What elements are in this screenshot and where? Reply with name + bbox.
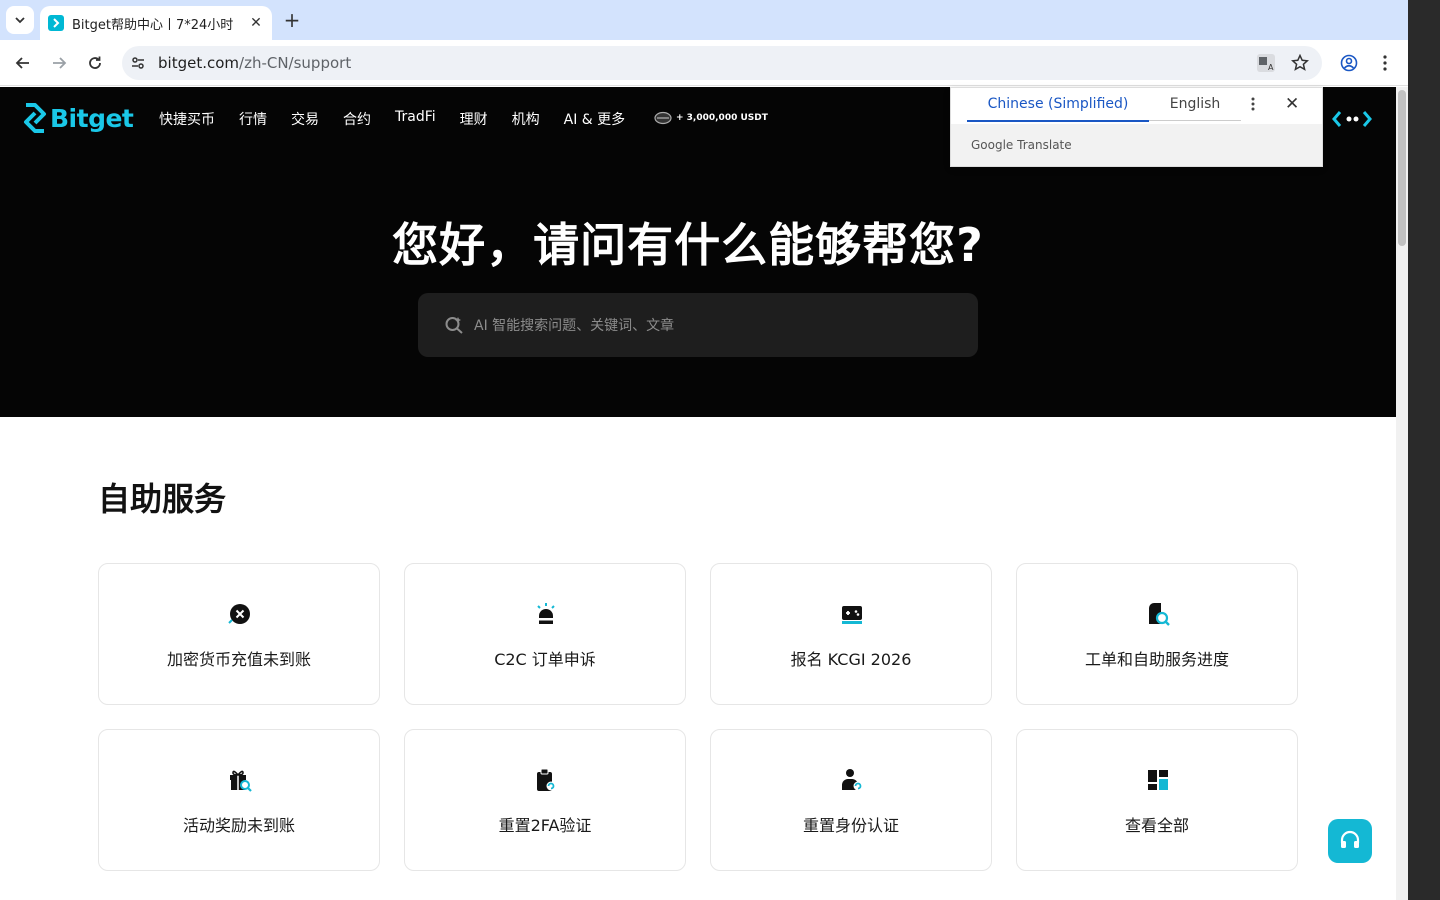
url-text: bitget.com/zh-CN/support (158, 54, 352, 72)
hero-title: 您好，请问有什么能够帮您? (392, 218, 984, 272)
hero-section: 您好，请问有什么能够帮您? AI 智能搜索问题、关键词、文章 (0, 151, 1396, 417)
translate-tab-english[interactable]: English (1149, 96, 1241, 121)
card-c2c-appeal[interactable]: C2C 订单申诉 (404, 563, 686, 705)
svg-text:A: A (1268, 63, 1274, 72)
bookmark-star-icon[interactable] (1288, 51, 1312, 75)
card-view-all[interactable]: 查看全部 (1016, 729, 1298, 871)
promo-badge-icon (654, 111, 672, 125)
card-crypto-deposit[interactable]: 加密货币充值未到账 (98, 563, 380, 705)
headset-icon (1340, 830, 1360, 848)
siren-icon (534, 602, 558, 626)
main-nav: 快捷买币 行情 交易 合约 TradFi 理财 机构 AI & 更多 (159, 109, 625, 129)
user-reset-icon (840, 768, 864, 792)
profile-icon[interactable] (1337, 51, 1361, 75)
tab-close-icon[interactable]: ✕ (248, 15, 264, 31)
window-edge (1408, 0, 1440, 900)
forward-arrow-icon[interactable] (47, 51, 71, 75)
gamepad-icon (840, 602, 864, 626)
tab-strip: Bitget帮助中心丨7*24小时 ✕ + (0, 0, 1408, 40)
browser-menu-icon[interactable] (1373, 51, 1397, 75)
bitget-logo[interactable]: Bitget (22, 103, 134, 133)
reload-icon[interactable] (83, 51, 107, 75)
nav-item-quick-buy[interactable]: 快捷买币 (159, 109, 215, 129)
x-circle-icon (228, 602, 252, 626)
new-tab-button[interactable]: + (280, 8, 304, 32)
promo-banner[interactable]: + 3,000,000 USDT (654, 111, 768, 125)
card-ticket-progress[interactable]: 工单和自助服务进度 (1016, 563, 1298, 705)
ticket-search-icon (1146, 602, 1170, 626)
translate-tab-chinese[interactable]: Chinese (Simplified) (967, 96, 1149, 122)
nav-item-tradfi[interactable]: TradFi (395, 109, 436, 129)
card-reset-kyc[interactable]: 重置身份认证 (710, 729, 992, 871)
nav-item-ai-more[interactable]: AI & 更多 (564, 109, 626, 129)
tab-title: Bitget帮助中心丨7*24小时 (72, 17, 234, 33)
translate-page-icon[interactable]: A (1254, 51, 1278, 75)
ai-assistant-icon[interactable] (1332, 109, 1372, 133)
clipboard-reset-icon (534, 768, 558, 792)
browser-viewport: Bitget帮助中心丨7*24小时 ✕ + bitget.com/zh-CN/s… (0, 0, 1408, 900)
customer-support-button[interactable] (1328, 819, 1372, 863)
address-bar[interactable]: bitget.com/zh-CN/support A (122, 46, 1322, 80)
help-search-input[interactable]: AI 智能搜索问题、关键词、文章 (418, 293, 978, 357)
ai-search-icon (445, 317, 463, 334)
site-info-icon[interactable] (122, 55, 154, 71)
browser-tab[interactable]: Bitget帮助中心丨7*24小时 ✕ (40, 6, 272, 40)
back-arrow-icon[interactable] (11, 51, 35, 75)
search-placeholder: AI 智能搜索问题、关键词、文章 (474, 318, 675, 334)
card-reset-2fa[interactable]: 重置2FA验证 (404, 729, 686, 871)
nav-item-institutional[interactable]: 机构 (512, 109, 540, 129)
nav-item-earn[interactable]: 理财 (460, 109, 488, 129)
google-translate-brand: Google Translate (971, 138, 1072, 152)
bitget-favicon-icon (48, 15, 64, 31)
bitget-logo-icon (24, 103, 46, 133)
tab-search-button[interactable] (6, 6, 34, 34)
translate-close-icon[interactable]: ✕ (1285, 94, 1299, 114)
card-kcgi-signup[interactable]: 报名 KCGI 2026 (710, 563, 992, 705)
page-scrollbar-thumb[interactable] (1398, 90, 1406, 246)
nav-item-futures[interactable]: 合约 (343, 109, 371, 129)
nav-item-trade[interactable]: 交易 (291, 109, 319, 129)
translate-popup: Chinese (Simplified) English ✕ Google Tr… (950, 87, 1323, 167)
browser-toolbar: bitget.com/zh-CN/support A (0, 40, 1408, 86)
card-reward-missing[interactable]: 活动奖励未到账 (98, 729, 380, 871)
chevron-down-icon (15, 17, 25, 24)
gift-search-icon (228, 768, 252, 792)
section-title-self-service: 自助服务 (98, 480, 227, 518)
translate-options-icon[interactable] (1251, 96, 1255, 115)
nav-item-markets[interactable]: 行情 (239, 109, 267, 129)
grid-icon (1146, 768, 1170, 792)
